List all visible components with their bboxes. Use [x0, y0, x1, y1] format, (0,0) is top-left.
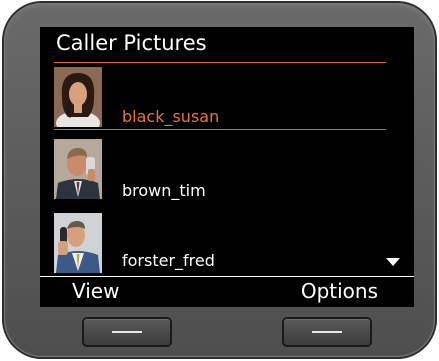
- caller-picture-thumbnail: [54, 139, 102, 199]
- caller-picture-thumbnail: [54, 67, 102, 127]
- list-item-black-susan[interactable]: black_susan: [40, 63, 414, 131]
- softkey-bar-icon: [312, 331, 342, 333]
- selection-divider: [54, 129, 386, 130]
- display-screen: Caller Pictures black_susan brown_tim fo…: [40, 27, 414, 307]
- scroll-down-arrow-icon: [386, 258, 400, 266]
- softkey-options-label[interactable]: Options: [301, 279, 378, 303]
- caller-name: black_susan: [122, 107, 220, 126]
- left-softkey-button[interactable]: [84, 319, 170, 345]
- phone-device-frame: Caller Pictures black_susan brown_tim fo…: [2, 1, 437, 359]
- softkey-view-label[interactable]: View: [72, 279, 119, 303]
- list-item-brown-tim[interactable]: brown_tim: [40, 139, 414, 207]
- screen-title: Caller Pictures: [56, 31, 207, 55]
- caller-name: forster_fred: [122, 251, 215, 270]
- caller-picture-thumbnail: [54, 213, 102, 273]
- right-softkey-button[interactable]: [284, 319, 370, 345]
- softkey-bar: View Options: [40, 276, 414, 307]
- caller-name: brown_tim: [122, 181, 206, 200]
- softkey-bar-icon: [112, 331, 142, 333]
- list-item-forster-fred[interactable]: forster_fred: [40, 209, 414, 277]
